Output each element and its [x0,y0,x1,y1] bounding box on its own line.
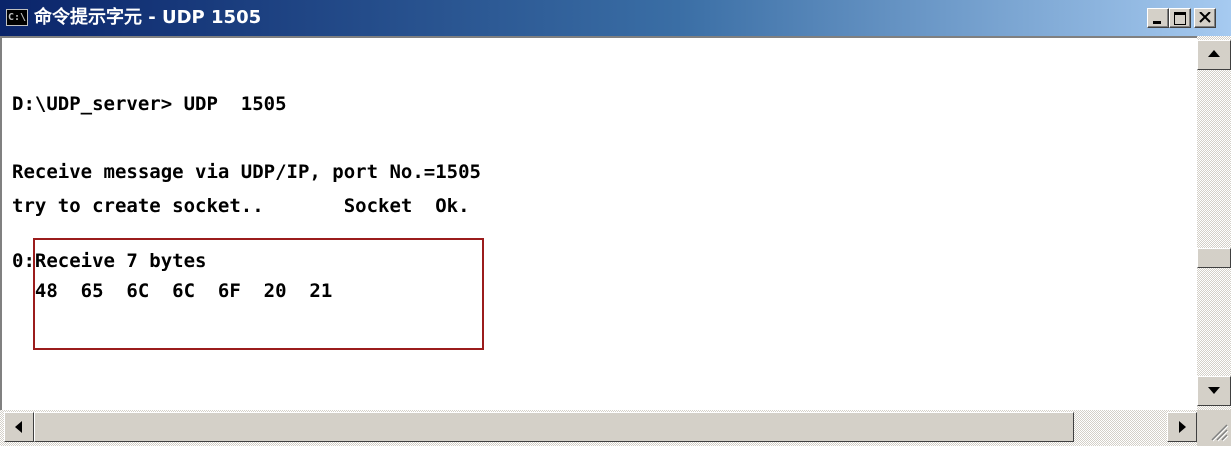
arrow-down-icon [1208,387,1220,394]
horizontal-scroll-thumb[interactable] [34,412,1074,442]
arrow-right-icon [1179,421,1186,433]
scroll-left-button[interactable] [4,412,34,442]
scroll-down-button[interactable] [1197,376,1231,406]
arrow-up-icon [1208,50,1220,57]
resize-grip[interactable] [1197,410,1231,446]
scroll-right-button[interactable] [1167,412,1197,442]
command-prompt-icon[interactable]: C:\ [6,9,28,26]
title-bar[interactable]: C:\ 命令提示字元 - UDP 1505 [0,0,1231,36]
console-line: Receive message via UDP/IP, port No.=150… [12,161,481,183]
console-output[interactable]: D:\UDP_server> UDP 1505 Receive message … [0,36,1197,410]
close-button[interactable] [1194,8,1216,28]
vertical-scroll-thumb[interactable] [1197,248,1231,268]
console-line: D:\UDP_server> UDP 1505 [12,93,287,115]
minimize-button[interactable] [1147,8,1169,28]
close-icon [1199,12,1211,23]
horizontal-scrollbar[interactable] [0,410,1197,446]
highlight-annotation-box [33,238,484,350]
vertical-scrollbar[interactable] [1197,36,1231,410]
console-window: C:\ 命令提示字元 - UDP 1505 D:\UDP_server> UDP… [0,0,1231,446]
scroll-up-button[interactable] [1197,40,1231,70]
resize-grip-icon [1211,424,1229,442]
arrow-left-icon [15,421,22,433]
maximize-button[interactable] [1169,8,1191,28]
window-title: 命令提示字元 - UDP 1505 [34,7,262,28]
console-line: try to create socket.. Socket Ok. [12,195,470,217]
